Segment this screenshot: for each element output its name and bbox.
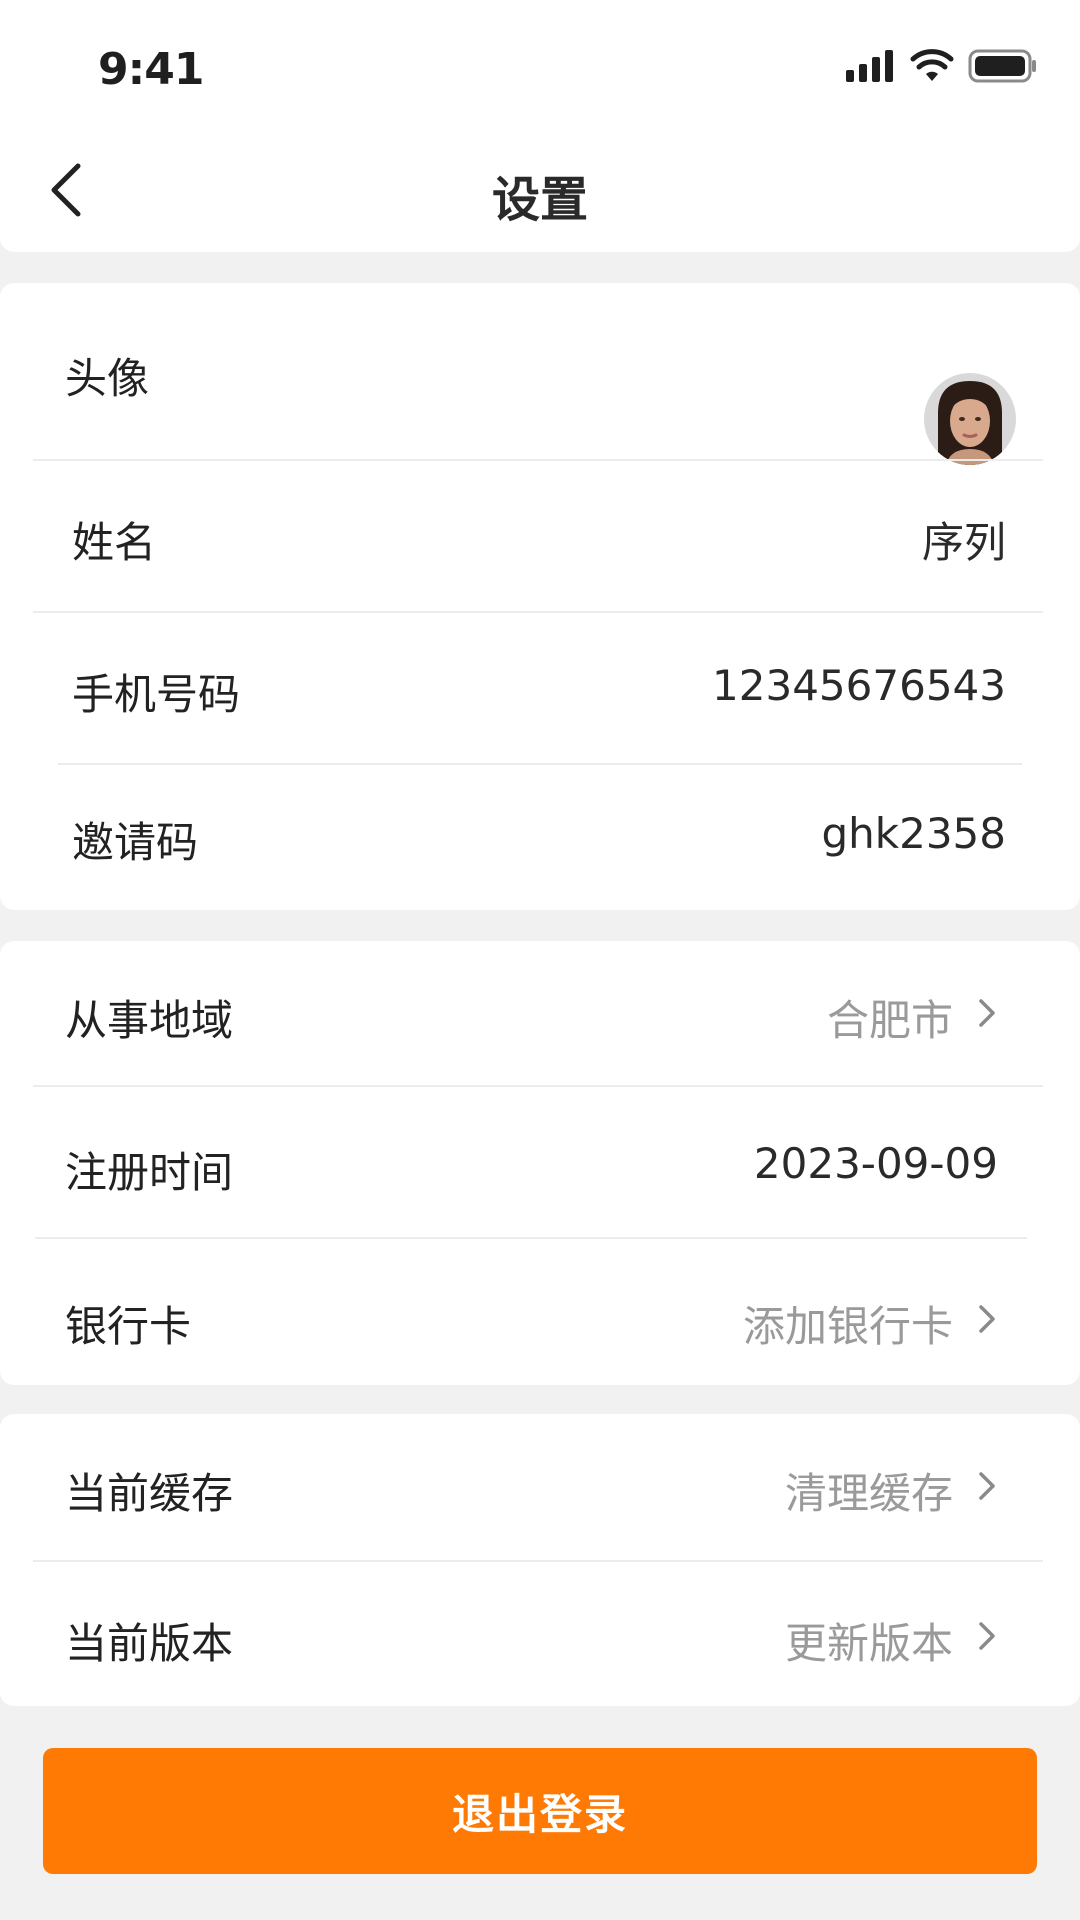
signal-icon <box>846 50 893 82</box>
register-row: 注册时间 2023-09-09 <box>0 1087 1080 1237</box>
status-icons <box>846 48 1038 84</box>
phone-row: 手机号码 12345676543 <box>0 613 1080 763</box>
account-card: 从事地域 合肥市 注册时间 2023-09-09 银行卡 添加银行卡 <box>0 941 1080 1385</box>
region-row[interactable]: 从事地域 合肥市 <box>0 941 1080 1085</box>
chevron-right-icon <box>979 1472 995 1500</box>
chevron-right-icon <box>979 1622 995 1650</box>
invite-label: 邀请码 <box>72 818 199 867</box>
version-value: 更新版本 <box>784 1619 953 1668</box>
avatar[interactable] <box>924 373 1016 465</box>
name-label: 姓名 <box>72 518 157 567</box>
page-title: 设置 <box>491 172 588 228</box>
logout-button[interactable]: 退出登录 <box>43 1748 1037 1874</box>
invite-row: 邀请码 ghk2358 <box>0 765 1080 910</box>
bank-label: 银行卡 <box>65 1302 192 1351</box>
cache-label: 当前缓存 <box>65 1469 234 1518</box>
app-card: 当前缓存 清理缓存 当前版本 更新版本 <box>0 1414 1080 1706</box>
avatar-row[interactable]: 头像 <box>0 283 1080 465</box>
bank-value: 添加银行卡 <box>742 1302 953 1351</box>
phone-label: 手机号码 <box>72 670 241 719</box>
region-value: 合肥市 <box>826 996 953 1045</box>
battery-icon <box>968 49 1036 83</box>
version-row[interactable]: 当前版本 更新版本 <box>0 1562 1080 1706</box>
region-label: 从事地域 <box>65 996 234 1045</box>
wifi-icon <box>910 49 954 81</box>
cache-value: 清理缓存 <box>784 1469 953 1518</box>
name-value: 序列 <box>921 518 1006 567</box>
profile-card: 头像 姓名 序列 手机号码 12345676543 邀请码 ghk2358 <box>0 283 1080 910</box>
register-value: 2023-09-09 <box>753 1139 998 1188</box>
status-time: 9:41 <box>98 44 204 95</box>
register-label: 注册时间 <box>65 1148 234 1197</box>
chevron-right-icon <box>979 1305 995 1333</box>
version-label: 当前版本 <box>65 1619 234 1668</box>
avatar-label: 头像 <box>65 354 150 403</box>
invite-value: ghk2358 <box>821 809 1007 858</box>
name-row: 姓名 序列 <box>0 461 1080 611</box>
header: 9:41 设置 <box>0 0 1080 252</box>
chevron-right-icon <box>979 999 995 1027</box>
cache-row[interactable]: 当前缓存 清理缓存 <box>0 1414 1080 1560</box>
phone-value: 12345676543 <box>712 661 1006 710</box>
bank-row[interactable]: 银行卡 添加银行卡 <box>0 1239 1080 1385</box>
